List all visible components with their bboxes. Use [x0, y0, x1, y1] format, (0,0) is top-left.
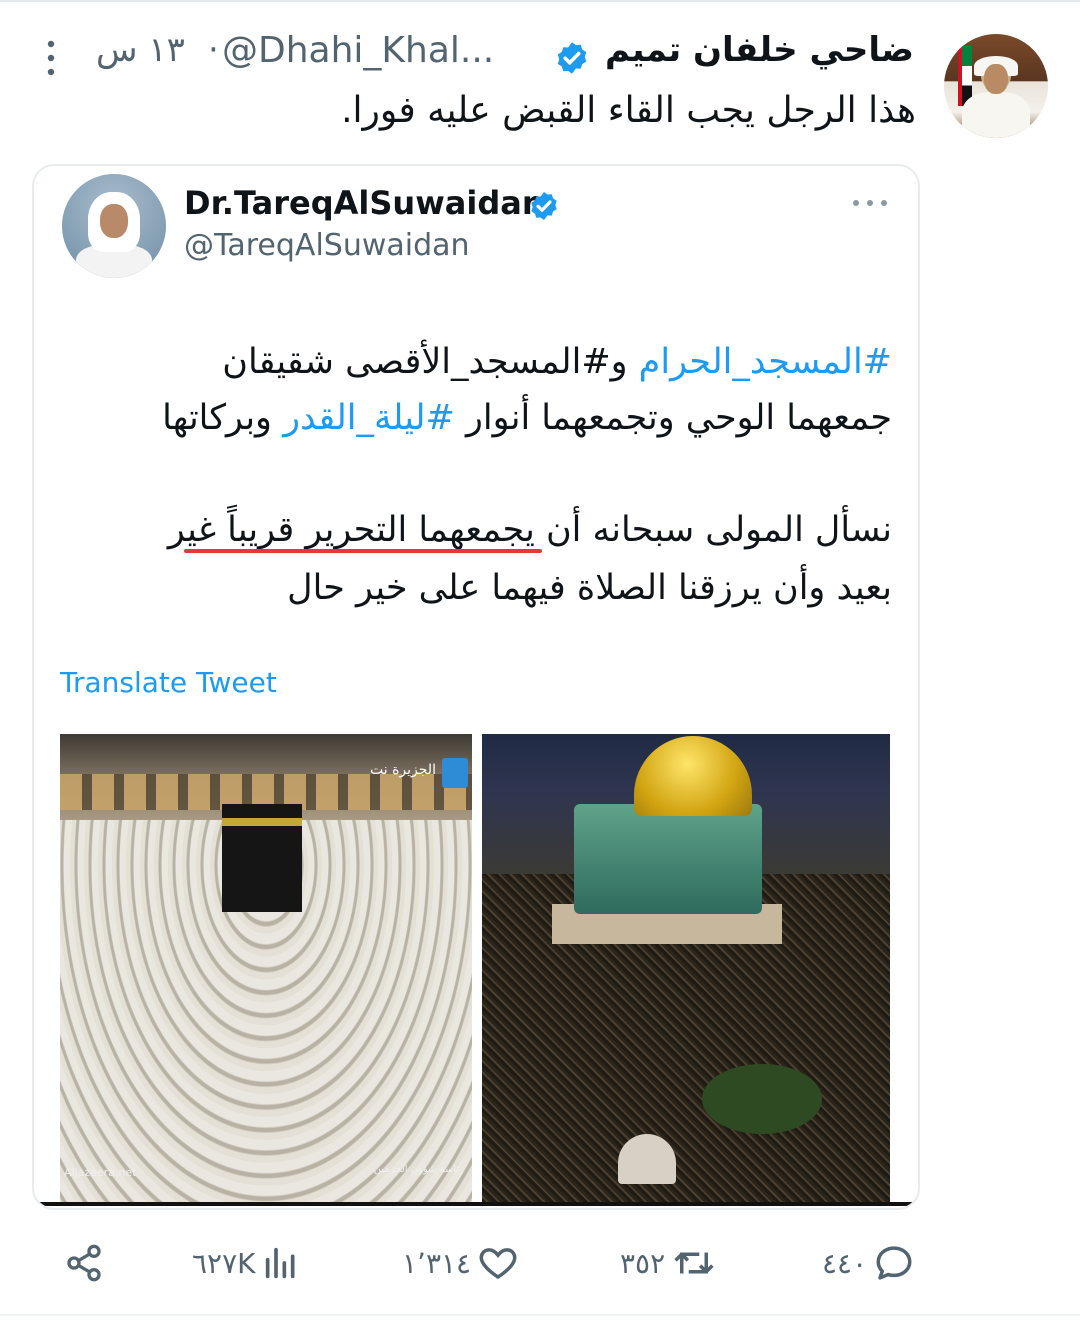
quoted-author-avatar — [62, 174, 166, 278]
author-handle[interactable]: @Dhahi_Khal... — [222, 30, 494, 71]
tweet-action-bar: ٦٢٧K ١٬٣١٤ ٣٥٢ ٤٤٠ — [0, 1238, 1080, 1288]
red-underline-annotation — [184, 549, 542, 553]
golden-dome — [634, 736, 752, 816]
avatar-face — [984, 64, 1008, 94]
kaaba-band — [222, 818, 302, 826]
more-options-icon[interactable] — [44, 38, 58, 78]
avatar-robe — [962, 92, 1030, 138]
kaaba-shape — [222, 804, 302, 912]
translate-tweet-link: Translate Tweet — [60, 666, 277, 699]
aljazeera-logo-icon — [442, 758, 468, 788]
photo-credit-left: Aljazeera.net — [64, 1166, 137, 1179]
text-fragment: شقيقان — [222, 342, 346, 382]
quoted-more-icon — [853, 200, 887, 206]
hashtag: #المسجد_الأقصى — [345, 342, 611, 382]
retweet-icon — [674, 1252, 714, 1274]
author-name[interactable]: ضاحي خلفان تميم — [605, 30, 914, 70]
reply-icon — [876, 1246, 912, 1280]
heart-icon — [479, 1248, 517, 1280]
quoted-text-line-2: جمعهما الوحي وتجمعهما أنوار #ليلة_القدر … — [162, 390, 892, 446]
text-fragment: و — [610, 342, 639, 382]
separator-dot: · — [208, 30, 219, 70]
quoted-text-line-1: #المسجد_الحرام و#المسجد_الأقصى شقيقان — [222, 334, 892, 390]
share-button[interactable] — [64, 1238, 104, 1288]
screenshot-bottom-edge — [34, 1202, 918, 1206]
text-fragment: جمعهما الوحي وتجمعهما أنوار — [454, 398, 892, 438]
photo-drum — [574, 804, 762, 914]
tweet-text: هذا الرجل يجب القاء القبض عليه فورا. — [341, 90, 916, 131]
author-avatar[interactable] — [944, 34, 1048, 138]
bottom-divider — [0, 1314, 1080, 1316]
photo-trees — [702, 1064, 822, 1134]
views-count: ٦٢٧K — [192, 1246, 256, 1280]
photo-watermark: الجزيرة نت — [370, 762, 436, 778]
hashtag: #المسجد_الحرام — [638, 342, 892, 382]
quoted-author-name: Dr.TareqAlSuwaidan — [184, 184, 545, 222]
top-divider — [0, 0, 1080, 2]
share-icon — [67, 1244, 101, 1282]
photo-credit-right: رئاسة شؤون الحرمين — [373, 1164, 464, 1175]
likes-count: ١٬٣١٤ — [402, 1246, 472, 1280]
like-button[interactable]: ١٬٣١٤ — [402, 1238, 519, 1288]
photo-small-dome — [618, 1134, 676, 1184]
attached-screenshot[interactable]: Dr.TareqAlSuwaidan @TareqAlSuwaidan #الم… — [32, 164, 920, 1210]
kaaba-photo: الجزيرة نت Aljazeera.net رئاسة شؤون الحر… — [60, 734, 472, 1202]
text-fragment: وبركاتها — [162, 398, 284, 438]
retweets-count: ٣٥٢ — [620, 1246, 666, 1280]
views-icon — [266, 1247, 295, 1279]
reply-button[interactable]: ٤٤٠ — [822, 1238, 915, 1288]
views-button[interactable]: ٦٢٧K — [192, 1238, 301, 1288]
replies-count: ٤٤٠ — [822, 1246, 868, 1280]
hashtag: #ليلة_القدر — [283, 398, 455, 438]
tweet-timestamp[interactable]: ١٣ س — [96, 30, 185, 70]
quoted-text-line-4: بعيد وأن يرزقنا الصلاة فيهما على خير حال — [287, 568, 892, 608]
quoted-author-handle: @TareqAlSuwaidan — [184, 228, 470, 263]
quoted-verified-badge-icon — [531, 192, 557, 220]
avatar-face — [100, 204, 128, 238]
verified-badge-icon — [557, 42, 587, 74]
aqsa-photo — [482, 734, 890, 1202]
retweet-button[interactable]: ٣٥٢ — [620, 1238, 717, 1288]
